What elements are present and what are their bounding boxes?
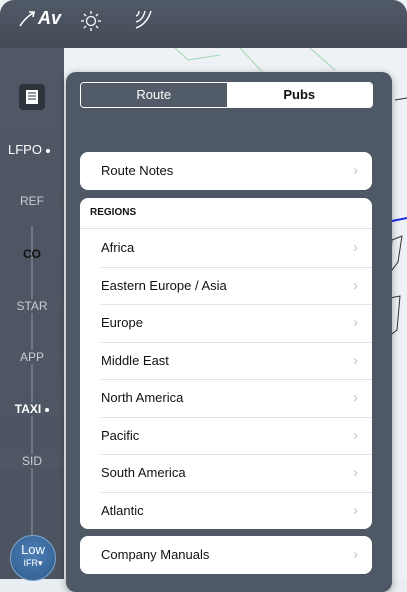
brightness-button[interactable] [80,10,102,32]
region-item-europe[interactable]: Europe › [80,304,372,342]
route-notes-item[interactable]: Route Notes › [80,152,372,190]
sidebar-item-co[interactable]: CO [0,247,64,261]
region-label: Eastern Europe / Asia [101,277,227,293]
taxi-dot [45,407,50,412]
chevron-right-icon: › [353,162,358,179]
sidebar-item-taxi[interactable]: TAXI [0,402,64,416]
chart-mode-line1: Low [21,542,45,557]
taxi-label: TAXI [14,402,42,416]
weather-button[interactable] [133,8,155,30]
documents-button[interactable] [19,84,45,110]
chevron-right-icon: › [353,426,358,444]
airport-dot [45,148,50,153]
company-manuals-label: Company Manuals [101,547,210,562]
chevron-right-icon: › [353,276,358,294]
chevron-right-icon: › [353,501,358,519]
airport-label: LFPO [8,142,42,157]
route-notes-card: Route Notes › [80,152,372,190]
chevron-right-icon: › [353,239,358,256]
route-notes-label: Route Notes [101,163,174,178]
chevron-right-icon: › [353,351,358,369]
region-item-south-america[interactable]: South America › [80,454,372,492]
sidebar-item-app[interactable]: APP [0,350,64,364]
document-icon [26,90,38,104]
chart-sidebar: LFPO REF CO STAR APP TAXI SID Low IFR▾ [0,48,64,581]
region-item-north-america[interactable]: North America › [80,379,372,417]
region-item-africa[interactable]: Africa › [80,229,372,267]
weather-radar-icon [135,10,152,29]
region-item-atlantic[interactable]: Atlantic › [80,491,372,530]
region-label: North America [101,390,184,405]
region-label: Middle East [101,352,169,368]
sidebar-item-star[interactable]: STAR [0,299,64,313]
company-manuals-card: Company Manuals › [80,536,372,574]
route-pubs-segmented-control: Route Pubs [80,82,373,108]
region-label: South America [101,465,186,480]
chevron-right-icon: › [353,464,358,481]
region-item-pacific[interactable]: Pacific › [80,416,372,455]
brightness-icon [81,11,101,31]
tab-route[interactable]: Route [81,83,227,107]
flight-path-icon [19,10,35,26]
chevron-right-icon: › [353,546,358,563]
sidebar-item-ref[interactable]: REF [0,194,64,208]
chevron-right-icon: › [353,314,358,331]
region-label: Atlantic [101,502,144,518]
region-item-eastern-europe-asia[interactable]: Eastern Europe / Asia › [80,266,372,305]
regions-header: REGIONS [80,198,372,229]
region-item-middle-east[interactable]: Middle East › [80,341,372,380]
region-label: Africa [101,240,135,255]
av-label: Av [38,8,62,28]
tab-pubs[interactable]: Pubs [226,83,372,107]
pubs-popover: Route Pubs Route Notes › REGIONS Africa … [66,72,392,592]
company-manuals-item[interactable]: Company Manuals › [80,536,372,574]
chart-mode-button[interactable]: Low IFR▾ [10,535,56,581]
region-label: Pacific [101,427,140,443]
region-label: Europe [101,315,143,330]
regions-card: REGIONS Africa › Eastern Europe / Asia ›… [80,198,372,529]
top-toolbar: Av [0,0,407,48]
chevron-right-icon: › [353,389,358,406]
sidebar-item-sid[interactable]: SID [0,454,64,468]
airport-selector[interactable]: LFPO [8,142,50,157]
av-button[interactable]: Av [18,8,61,29]
chart-mode-line2: IFR▾ [23,558,43,568]
sidebar-rail [31,226,33,536]
